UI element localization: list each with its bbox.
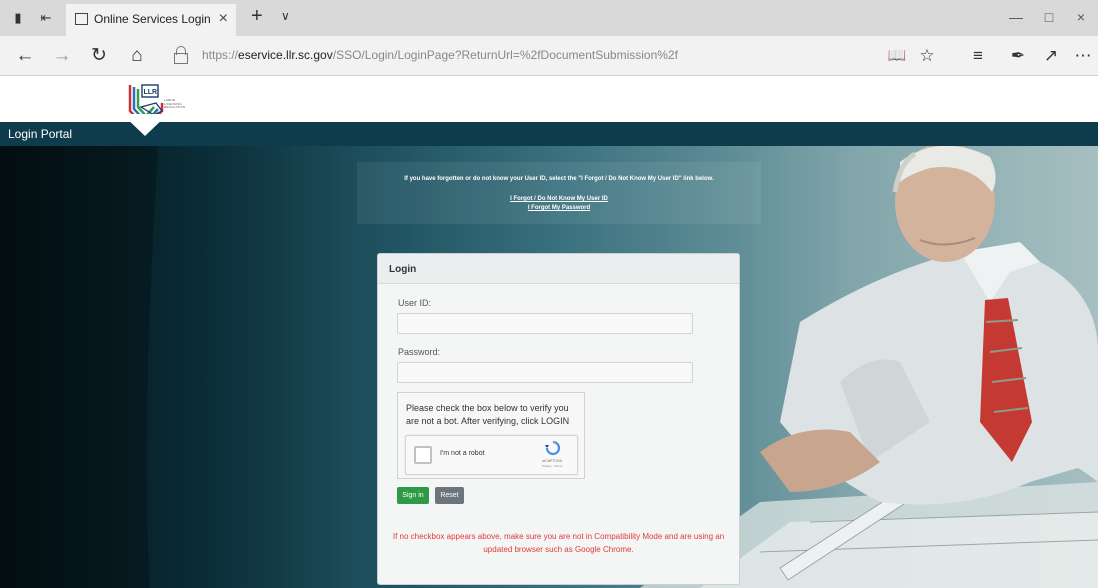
favorites-hub-icon[interactable]: ≡ [965,45,991,67]
forgot-notice: If you have forgotten or do not know you… [357,162,761,224]
page-icon [75,13,88,25]
recaptcha-label: I'm not a robot [440,450,485,457]
user-id-label: User ID: [398,298,432,308]
forgot-password-link[interactable]: I Forgot My Password [357,205,761,211]
login-card: Login User ID: Password: Please check th… [377,253,740,585]
new-tab-icon[interactable]: + [251,5,263,28]
compatibility-warning: If no checkbox appears above, make sure … [392,532,725,554]
close-tab-icon[interactable]: × [219,10,228,28]
url-prefix: https:// [202,48,239,62]
recaptcha-checkbox[interactable] [414,446,432,464]
home-icon[interactable]: ⌂ [124,44,150,68]
restore-icon[interactable]: □ [1034,6,1064,28]
tab-bar: ▮ ⇤ Online Services Login P × + ∨ — □ × [0,0,1098,36]
login-card-header: Login [378,254,739,284]
refresh-icon[interactable]: ↻ [86,44,112,68]
recaptcha-terms[interactable]: Privacy - Terms [530,464,574,468]
sign-in-button[interactable]: Sign in [397,487,429,504]
back-icon[interactable]: ← [12,44,38,68]
login-heading: Login [389,264,417,275]
tab-title: Online Services Login P [94,12,210,26]
logo-subtitle: LABOR LICENSING REGULATION [164,98,186,110]
logo-text: LLR [144,89,158,96]
reading-view-icon[interactable]: 📖 [884,45,910,67]
user-id-input[interactable] [397,313,693,334]
more-icon[interactable]: ⋯ [1070,45,1096,67]
logo-shield-notch [122,114,168,136]
notice-text: If you have forgotten or do not know you… [404,176,714,182]
captcha-prompt: Please check the box below to verify you… [406,403,570,426]
password-label: Password: [398,347,441,357]
password-input[interactable] [397,362,693,383]
url-host: eservice.llr.sc.gov [238,48,333,62]
pen-icon[interactable]: ✒ [1005,45,1031,67]
portal-title: Login Portal [8,127,73,141]
active-tab[interactable]: Online Services Login P × [66,4,236,36]
tab-actions-icon[interactable]: ▮ [8,8,28,28]
forgot-user-id-link[interactable]: I Forgot / Do Not Know My User ID [357,196,761,202]
address-field[interactable]: https://eservice.llr.sc.gov/SSO/Login/Lo… [202,48,678,62]
recaptcha-brand: reCAPTCHA [542,459,562,463]
address-toolbar: ← → ↻ ⌂ https://eservice.llr.sc.gov/SSO/… [0,36,1098,76]
minimize-icon[interactable]: — [1001,6,1031,28]
favorite-star-icon[interactable]: ☆ [914,45,940,67]
chevron-down-icon[interactable]: ∨ [281,9,290,23]
lock-icon [174,45,188,65]
url-path: /SSO/Login/LoginPage?ReturnUrl=%2fDocume… [332,48,678,62]
set-aside-tabs-icon[interactable]: ⇤ [36,8,56,28]
reset-button[interactable]: Reset [435,487,464,504]
close-window-icon[interactable]: × [1066,6,1096,28]
forward-icon[interactable]: → [49,44,75,68]
share-icon[interactable]: ↗ [1038,45,1064,67]
recaptcha-icon [545,440,561,456]
recaptcha-widget: I'm not a robot reCAPTCHA Privacy - Term… [405,435,578,475]
captcha-box: Please check the box below to verify you… [397,392,585,479]
